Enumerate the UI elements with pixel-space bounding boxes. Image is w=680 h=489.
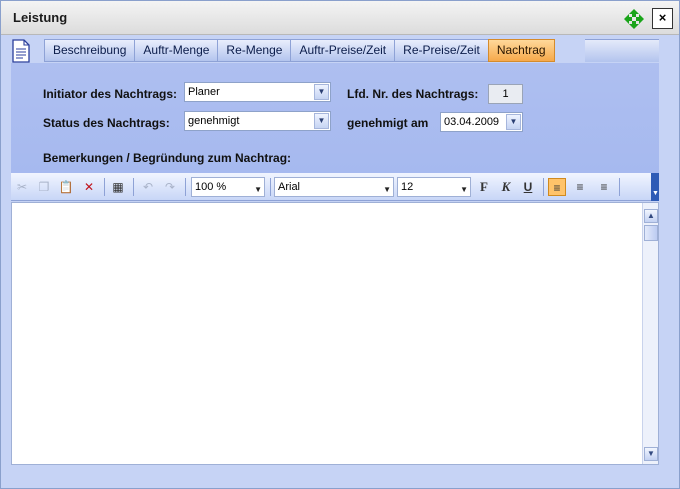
zoom-select[interactable]: 100 % ▼ bbox=[191, 177, 265, 197]
toolbar-separator bbox=[133, 178, 134, 196]
scroll-up-button[interactable]: ▲ bbox=[644, 209, 658, 223]
title-bar: Leistung × bbox=[1, 1, 679, 35]
redo-icon[interactable]: ↷ bbox=[161, 178, 179, 196]
initiator-label: Initiator des Nachtrags: bbox=[43, 87, 178, 101]
toolbar-separator bbox=[104, 178, 105, 196]
toolbar-separator bbox=[543, 178, 544, 196]
font-family-value: Arial bbox=[278, 181, 301, 193]
vertical-scrollbar[interactable]: ▲ ▼ bbox=[642, 203, 658, 464]
toolbar-overflow-button[interactable]: ▼ bbox=[651, 173, 659, 201]
chevron-down-icon[interactable]: ▼ bbox=[254, 181, 262, 199]
tab-auftr-preise-zeit[interactable]: Auftr-Preise/Zeit bbox=[290, 39, 395, 62]
navigation-arrows-icon[interactable] bbox=[623, 8, 645, 30]
align-left-icon[interactable]: ≡ bbox=[548, 178, 566, 196]
cut-icon[interactable]: ✂ bbox=[13, 178, 31, 196]
underline-button[interactable]: U bbox=[519, 178, 537, 196]
toolbar-separator bbox=[185, 178, 186, 196]
chevron-down-icon[interactable]: ▼ bbox=[460, 181, 468, 199]
chevron-down-icon[interactable]: ▼ bbox=[314, 84, 329, 100]
remarks-editor[interactable]: ▲ ▼ bbox=[11, 202, 659, 465]
toolbar-separator bbox=[619, 178, 620, 196]
initiator-value: Planer bbox=[188, 86, 220, 98]
undo-icon[interactable]: ↶ bbox=[139, 178, 157, 196]
close-button[interactable]: × bbox=[652, 8, 673, 29]
italic-button[interactable]: K bbox=[497, 178, 515, 196]
scroll-down-button[interactable]: ▼ bbox=[644, 447, 658, 461]
chevron-down-icon[interactable]: ▼ bbox=[383, 181, 391, 199]
status-value: genehmigt bbox=[188, 115, 240, 127]
approved-date-picker[interactable]: 03.04.2009 ▼ bbox=[440, 112, 523, 132]
chevron-down-icon[interactable]: ▼ bbox=[506, 114, 521, 130]
align-right-icon[interactable]: ≡ bbox=[595, 178, 613, 196]
document-icon bbox=[12, 39, 30, 63]
lfd-nr-label: Lfd. Nr. des Nachtrags: bbox=[347, 87, 479, 101]
tab-re-preise-zeit[interactable]: Re-Preise/Zeit bbox=[394, 39, 488, 62]
approved-date-label: genehmigt am bbox=[347, 116, 429, 130]
initiator-select[interactable]: Planer ▼ bbox=[184, 82, 331, 102]
font-size-value: 12 bbox=[401, 181, 414, 193]
paste-icon[interactable]: 📋 bbox=[57, 178, 75, 196]
window-title: Leistung bbox=[13, 10, 68, 25]
tab-nachtrag[interactable]: Nachtrag bbox=[487, 39, 555, 62]
tab-auftr-menge[interactable]: Auftr-Menge bbox=[134, 39, 218, 62]
remarks-label: Bemerkungen / Begründung zum Nachtrag: bbox=[43, 151, 292, 165]
zoom-value: 100 % bbox=[195, 181, 227, 193]
scroll-thumb[interactable] bbox=[644, 225, 658, 241]
tab-bar: Beschreibung Auftr-Menge Re-Menge Auftr-… bbox=[1, 35, 679, 63]
approved-date-value: 03.04.2009 bbox=[444, 116, 500, 128]
font-family-select[interactable]: Arial ▼ bbox=[274, 177, 394, 197]
font-size-select[interactable]: 12 ▼ bbox=[397, 177, 471, 197]
tabs: Beschreibung Auftr-Menge Re-Menge Auftr-… bbox=[44, 39, 555, 62]
tab-beschreibung[interactable]: Beschreibung bbox=[44, 39, 135, 62]
tab-re-menge[interactable]: Re-Menge bbox=[217, 39, 291, 62]
chevron-down-icon[interactable]: ▼ bbox=[314, 113, 329, 129]
align-center-icon[interactable]: ≡ bbox=[571, 178, 589, 196]
lfd-nr-field: 1 bbox=[488, 84, 523, 104]
leistung-window: Leistung × Beschreibung Auftr-Menge Re-M… bbox=[0, 0, 680, 489]
nachtrag-form: Initiator des Nachtrags: Planer ▼ Lfd. N… bbox=[11, 63, 659, 173]
bold-button[interactable]: F bbox=[475, 178, 493, 196]
status-select[interactable]: genehmigt ▼ bbox=[184, 111, 331, 131]
status-label: Status des Nachtrags: bbox=[43, 116, 170, 130]
chevron-down-icon: ▼ bbox=[652, 190, 659, 197]
insert-table-icon[interactable]: ▦ bbox=[109, 178, 127, 196]
editor-toolbar: ✂ ❐ 📋 ✕ ▦ ↶ ↷ 100 % ▼ Arial ▼ 12 ▼ F K U… bbox=[11, 173, 659, 201]
tab-bar-filler bbox=[585, 39, 659, 62]
toolbar-separator bbox=[270, 178, 271, 196]
delete-icon[interactable]: ✕ bbox=[80, 178, 98, 196]
copy-icon[interactable]: ❐ bbox=[35, 178, 53, 196]
